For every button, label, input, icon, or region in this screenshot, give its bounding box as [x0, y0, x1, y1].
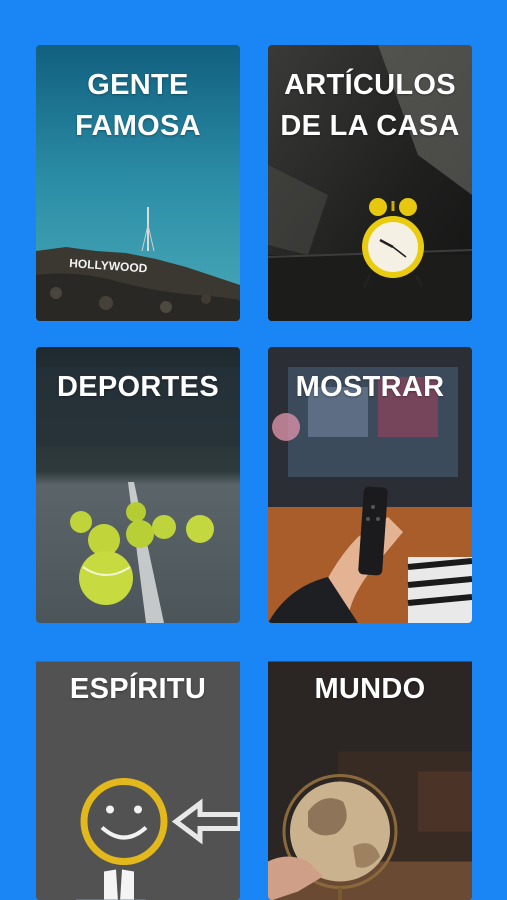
- category-card-deportes[interactable]: DEPORTES: [36, 347, 240, 623]
- category-card-mostrar[interactable]: MOSTRAR: [268, 347, 472, 623]
- category-grid: HOLLYWOOD GENTE FAMOSA ARTÍCULOS DE LA C…: [0, 0, 507, 900]
- category-title: DEPORTES: [57, 371, 219, 403]
- category-title: ARTÍCULOS DE LA CASA: [280, 69, 460, 142]
- category-card-articulos-de-la-casa[interactable]: ARTÍCULOS DE LA CASA: [268, 45, 472, 321]
- category-card-espiritu[interactable]: ESPÍRITU: [36, 649, 240, 900]
- category-title: MUNDO: [314, 673, 426, 705]
- category-card-mundo[interactable]: MUNDO: [268, 649, 472, 900]
- category-title: MOSTRAR: [295, 371, 445, 403]
- category-title: GENTE FAMOSA: [75, 69, 201, 142]
- category-title: ESPÍRITU: [69, 673, 207, 705]
- category-card-gente-famosa[interactable]: HOLLYWOOD GENTE FAMOSA: [36, 45, 240, 321]
